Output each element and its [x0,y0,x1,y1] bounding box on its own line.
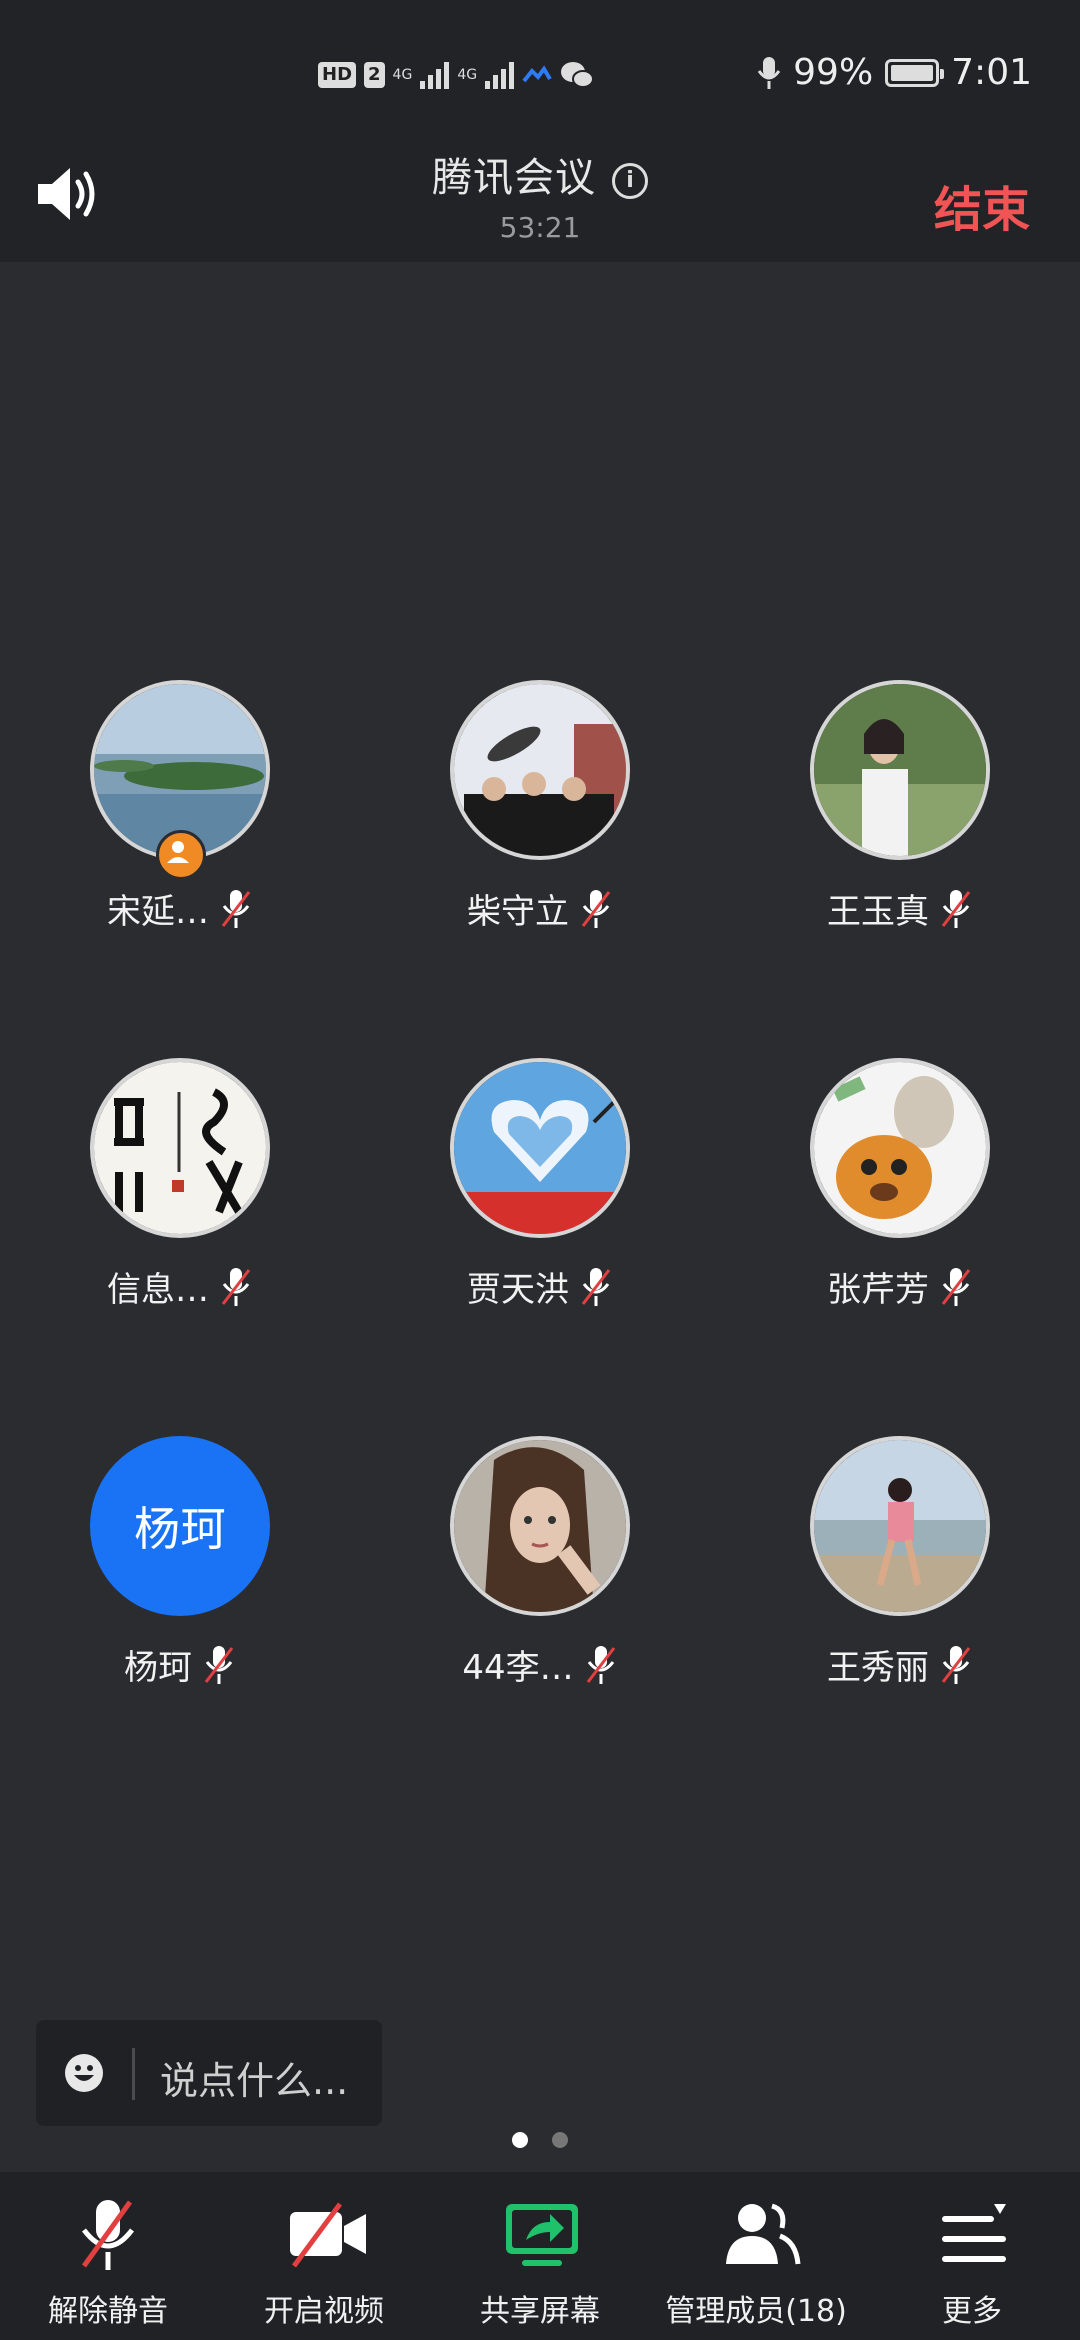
muted-mic-icon [204,1645,234,1684]
participant-tile[interactable]: 王玉真 [720,680,1080,980]
meeting-timer: 53:21 [499,211,581,244]
start-video-label: 开启视频 [264,2294,384,2329]
more-button[interactable]: 更多 [864,2172,1080,2340]
more-label: 更多 [942,2294,1002,2329]
info-icon[interactable]: i [612,163,648,199]
avatar-photo-graduation [450,680,630,860]
chat-input[interactable]: 说点什么... [36,2020,382,2126]
network-type-1: 4G [392,67,413,83]
meeting-header: 腾讯会议 i 53:21 [0,145,1080,244]
avatar-photo-calligraphy [90,1058,270,1238]
status-bar: HD 2 4G 4G 99% 7:01 [0,50,1080,110]
participant-name: 贾天洪 [467,1270,569,1310]
muted-microphone-icon [81,2200,134,2270]
participant-name: 信息… [107,1270,209,1310]
avatar-photo-cartoon-tiger [810,1058,990,1238]
participant-name: 44李… [462,1648,574,1688]
members-icon [726,2203,801,2265]
more-menu-icon [942,2204,1006,2262]
participant-tile[interactable]: 贾天洪 [360,1058,720,1358]
bottom-toolbar: 解除静音 开启视频 共享屏幕 管理成员(18) 更多 [0,2172,1080,2340]
participant-name: 张芹芳 [827,1270,929,1310]
muted-mic-icon [221,1267,251,1306]
sim-indicator: 2 [364,62,385,88]
start-video-button[interactable]: 开启视频 [216,2172,432,2340]
clock: 7:01 [951,52,1032,93]
avatar-photo-woman-outdoors [810,680,990,860]
microphone-status-icon [757,56,781,89]
muted-mic-icon [941,889,971,928]
share-screen-button[interactable]: 共享屏幕 [432,2172,648,2340]
wechat-icon [561,62,595,88]
participant-name: 杨珂 [124,1648,192,1688]
signal-icon-2 [485,61,515,89]
participant-name: 柴守立 [467,892,569,932]
page-indicator [0,2132,1080,2148]
network-type-2: 4G [457,67,478,83]
participant-name: 王玉真 [827,892,929,932]
hd-indicator: HD [318,62,357,88]
host-badge-icon [156,830,206,880]
page-dot-active[interactable] [512,2132,528,2148]
avatar-photo-heart-cloud [450,1058,630,1238]
muted-mic-icon [221,889,251,928]
participant-name: 王秀丽 [827,1648,929,1688]
participant-tile[interactable]: 信息… [0,1058,360,1358]
avatar-initials: 杨珂 [90,1436,270,1616]
meeting-title: 腾讯会议 [432,155,596,201]
signal-icon [420,61,450,89]
participant-tile[interactable]: 张芹芳 [720,1058,1080,1358]
participant-tile[interactable]: 44李… [360,1436,720,1736]
share-screen-label: 共享屏幕 [480,2294,600,2329]
participant-tile[interactable]: 王秀丽 [720,1436,1080,1736]
avatar-photo-woman-portrait [450,1436,630,1616]
muted-mic-icon [581,889,611,928]
participant-tile[interactable]: 宋延… [0,680,360,980]
participant-tile[interactable]: 杨珂 杨珂 [0,1436,360,1736]
app-notification-icon [522,65,552,83]
share-screen-icon [506,2204,578,2266]
page-dot[interactable] [552,2132,568,2148]
muted-mic-icon [941,1267,971,1306]
manage-members-button[interactable]: 管理成员(18) [648,2172,864,2340]
chat-placeholder: 说点什么... [160,2059,349,2103]
avatar-photo-girl-beach [810,1436,990,1616]
muted-mic-icon [586,1645,615,1684]
avatar-initials-text: 杨珂 [134,1502,226,1556]
video-off-icon [290,2202,366,2268]
unmute-label: 解除静音 [48,2294,168,2329]
battery-percent: 99% [793,52,874,93]
battery-icon [885,58,945,87]
participant-tile[interactable]: 柴守立 [360,680,720,980]
muted-mic-icon [941,1645,971,1684]
participant-name: 宋延… [107,892,209,932]
chat-divider [132,2048,135,2100]
end-meeting-button[interactable]: 结束 [934,170,1030,240]
emoji-icon[interactable] [64,2053,104,2093]
muted-mic-icon [581,1267,611,1306]
unmute-button[interactable]: 解除静音 [0,2172,216,2340]
manage-members-label: 管理成员(18) [665,2294,847,2329]
